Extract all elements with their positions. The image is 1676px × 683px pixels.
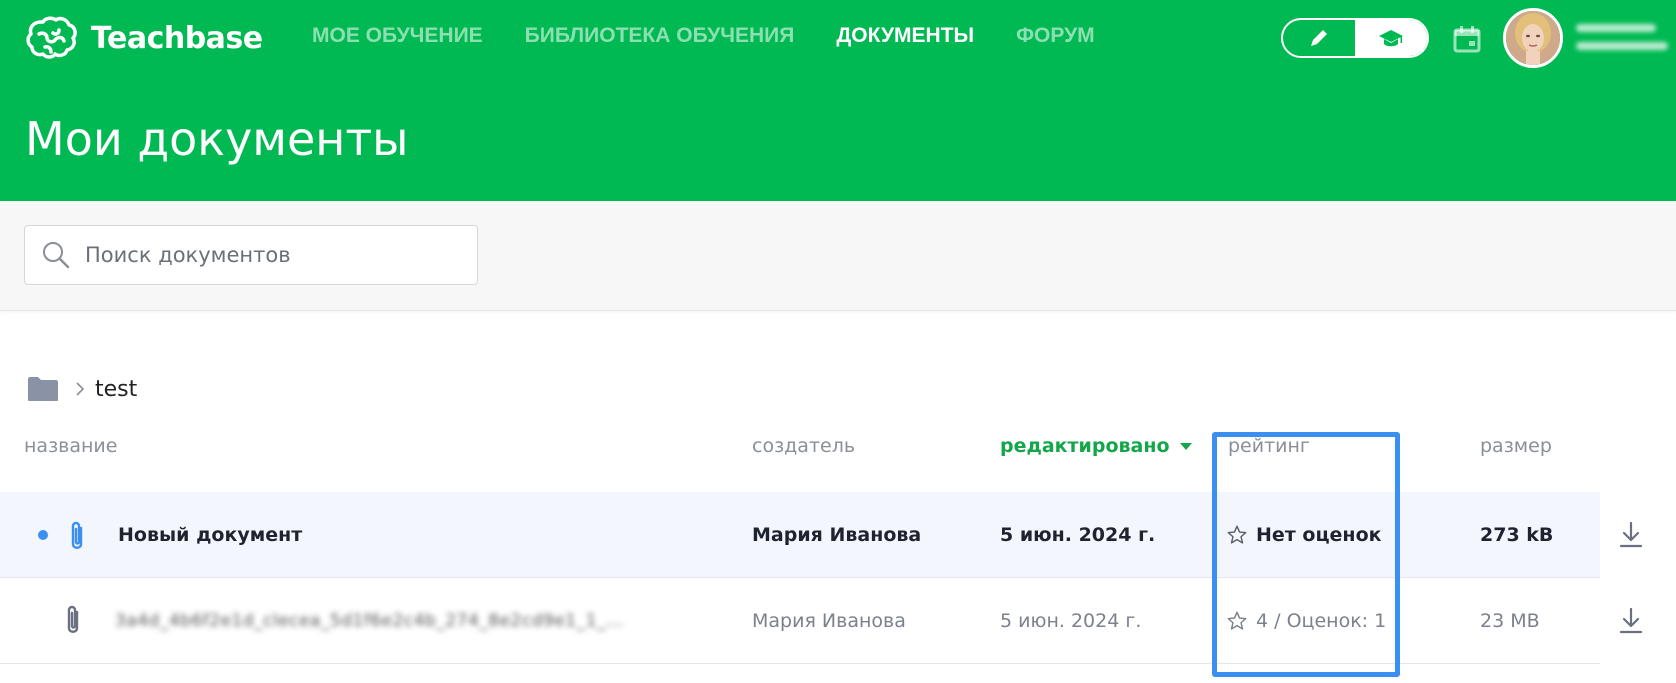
sort-caret-icon	[1179, 443, 1192, 450]
document-creator: Мария Иванова	[752, 524, 922, 546]
star-icon	[1227, 611, 1247, 630]
table-header: название создатель редактировано рейтинг…	[0, 435, 1676, 465]
nav-item-library[interactable]: БИБЛИОТЕКА ОБУЧЕНИЯ	[525, 24, 795, 48]
learner-mode-button[interactable]	[1355, 20, 1427, 56]
column-header-edited[interactable]: редактировано	[1000, 435, 1192, 457]
nav-item-documents[interactable]: ДОКУМЕНТЫ	[836, 24, 974, 48]
page-title: Мои документы	[25, 112, 409, 166]
table-row[interactable]: Новый документ Мария Иванова 5 июн. 2024…	[0, 492, 1643, 578]
column-header-creator[interactable]: создатель	[752, 435, 855, 457]
chevron-right-icon	[76, 382, 85, 396]
search-band	[0, 201, 1676, 311]
mode-toggle	[1281, 18, 1429, 58]
nav-item-forum[interactable]: ФОРУМ	[1016, 24, 1095, 48]
download-icon[interactable]	[1618, 606, 1644, 636]
pencil-icon	[1311, 30, 1327, 46]
logo[interactable]: Teachbase	[25, 16, 263, 60]
document-edited: 5 июн. 2024 г.	[1000, 524, 1156, 546]
paperclip-icon	[67, 605, 79, 633]
document-size: 273 kB	[1480, 524, 1554, 546]
top-header: Teachbase МОЕ ОБУЧЕНИЕ БИБЛИОТЕКА ОБУЧЕН…	[0, 0, 1676, 201]
rating-text: 4 / Оценок: 1	[1256, 610, 1387, 632]
logo-text: Teachbase	[91, 20, 263, 56]
document-edited: 5 июн. 2024 г.	[1000, 610, 1142, 632]
rating-text: Нет оценок	[1256, 524, 1382, 546]
search-input[interactable]	[85, 243, 445, 267]
table-row[interactable]: 3a4d_4b6f2e1d_clecea_5d1f6e2c4b_274_8e2c…	[0, 578, 1643, 664]
user-name-blurred	[1576, 14, 1671, 68]
author-mode-button[interactable]	[1283, 20, 1355, 56]
breadcrumb-current[interactable]: test	[95, 377, 137, 402]
column-header-edited-label: редактировано	[1000, 435, 1170, 457]
unread-indicator	[38, 530, 48, 540]
document-name[interactable]: Новый документ	[118, 492, 302, 578]
document-rating: Нет оценок	[1226, 492, 1382, 578]
document-creator: Мария Иванова	[752, 610, 906, 632]
column-header-size[interactable]: размер	[1480, 435, 1552, 457]
graduation-cap-icon	[1379, 30, 1403, 47]
folder-icon[interactable]	[27, 376, 59, 402]
main-nav: МОЕ ОБУЧЕНИЕ БИБЛИОТЕКА ОБУЧЕНИЯ ДОКУМЕН…	[312, 24, 1095, 48]
column-header-rating[interactable]: рейтинг	[1228, 435, 1310, 457]
nav-item-my-learning[interactable]: МОЕ ОБУЧЕНИЕ	[312, 24, 483, 48]
column-header-name[interactable]: название	[24, 435, 117, 457]
search-box	[24, 225, 478, 285]
breadcrumb: test	[27, 376, 137, 402]
search-icon	[43, 242, 70, 269]
brain-logo-icon	[26, 16, 77, 59]
user-avatar[interactable]	[1503, 8, 1563, 68]
document-rating: 4 / Оценок: 1	[1226, 578, 1386, 664]
document-name-blurred[interactable]: 3a4d_4b6f2e1d_clecea_5d1f6e2c4b_274_8e2c…	[115, 578, 624, 664]
document-size: 23 MB	[1480, 610, 1540, 632]
download-icon[interactable]	[1618, 520, 1644, 550]
calendar-icon[interactable]	[1452, 24, 1482, 54]
paperclip-icon	[71, 521, 83, 549]
avatar-image	[1506, 11, 1560, 65]
star-icon	[1227, 525, 1247, 544]
